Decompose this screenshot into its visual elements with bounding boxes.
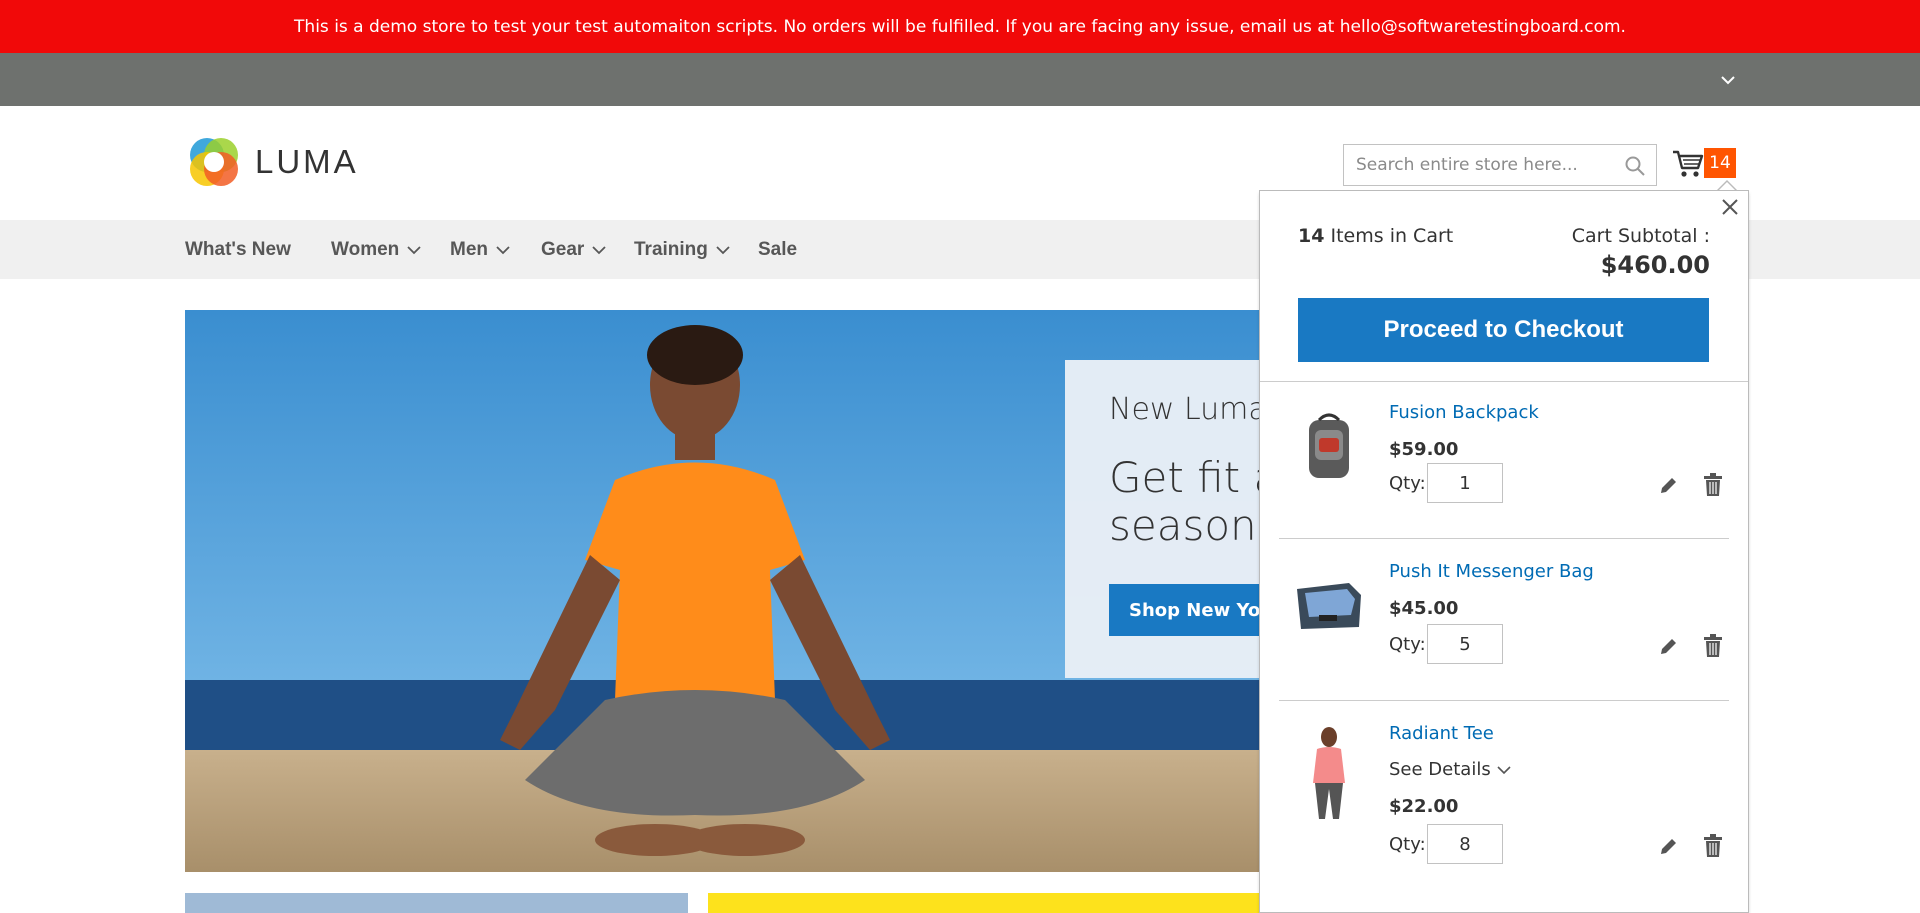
chevron-down-icon — [1497, 765, 1511, 774]
cart-icon[interactable] — [1671, 146, 1705, 180]
qty-input[interactable] — [1427, 824, 1503, 864]
product-price: $22.00 — [1389, 796, 1459, 817]
edit-icon[interactable] — [1657, 836, 1679, 858]
nav-item-label: Sale — [758, 238, 798, 260]
product-price: $59.00 — [1389, 439, 1459, 460]
nav-item-whats-new[interactable]: What's New — [185, 220, 291, 279]
product-thumbnail[interactable] — [1289, 723, 1369, 823]
qty-label: Qty: — [1389, 834, 1426, 855]
luma-logo-icon — [190, 138, 238, 186]
demo-notice-text: This is a demo store to test your test a… — [294, 16, 1626, 37]
minicart-item: Radiant Tee See Details $22.00 Qty: — [1279, 701, 1729, 912]
nav-item-men[interactable]: Men — [450, 220, 510, 279]
product-name-link[interactable]: Push It Messenger Bag — [1389, 561, 1594, 582]
product-thumbnail[interactable] — [1289, 567, 1369, 647]
edit-icon[interactable] — [1657, 475, 1679, 497]
search-input[interactable] — [1344, 145, 1604, 185]
edit-icon[interactable] — [1657, 636, 1679, 658]
promo-block-left[interactable] — [185, 893, 688, 913]
see-details-label: See Details — [1389, 759, 1491, 780]
cart-subtotal-value: $460.00 — [1600, 251, 1710, 279]
nav-item-gear[interactable]: Gear — [541, 220, 606, 279]
qty-label: Qty: — [1389, 634, 1426, 655]
chevron-down-icon — [592, 245, 606, 254]
minicart-item-count: 14 Items in Cart — [1298, 225, 1453, 247]
trash-icon[interactable] — [1703, 834, 1723, 858]
promo-block-right[interactable] — [708, 893, 1268, 913]
minicart-count-number: 14 — [1298, 225, 1325, 247]
trash-icon[interactable] — [1703, 634, 1723, 658]
nav-item-label: Training — [634, 238, 708, 260]
product-price: $45.00 — [1389, 598, 1459, 619]
trash-icon[interactable] — [1703, 473, 1723, 497]
proceed-to-checkout-button[interactable]: Proceed to Checkout — [1298, 298, 1709, 362]
qty-label: Qty: — [1389, 473, 1426, 494]
nav-item-training[interactable]: Training — [634, 220, 730, 279]
store-logo[interactable]: LUMA — [185, 133, 359, 191]
minicart-item: Fusion Backpack $59.00 Qty: — [1279, 382, 1729, 539]
chevron-down-icon — [407, 245, 421, 254]
nav-item-sale[interactable]: Sale — [758, 220, 797, 279]
close-icon[interactable] — [1718, 195, 1742, 219]
minicart-count-suffix: Items in Cart — [1330, 225, 1454, 247]
search-icon[interactable] — [1624, 155, 1646, 177]
see-details-toggle[interactable]: See Details — [1389, 759, 1511, 780]
qty-input[interactable] — [1427, 463, 1503, 503]
demo-notice-bar: This is a demo store to test your test a… — [0, 0, 1920, 53]
nav-item-label: Women — [331, 238, 400, 260]
product-name-link[interactable]: Fusion Backpack — [1389, 402, 1539, 423]
cart-subtotal-label: Cart Subtotal : — [1571, 225, 1710, 247]
cart-count-badge[interactable]: 14 — [1704, 148, 1736, 178]
chevron-down-icon[interactable] — [1718, 70, 1738, 90]
product-name-link[interactable]: Radiant Tee — [1389, 723, 1494, 744]
product-thumbnail[interactable] — [1289, 408, 1369, 488]
search-box — [1343, 144, 1657, 186]
chevron-down-icon — [496, 245, 510, 254]
nav-item-label: Men — [450, 238, 488, 260]
header-panel — [0, 53, 1920, 106]
nav-item-label: What's New — [185, 238, 291, 260]
minicart-dropdown: 14 Items in Cart Cart Subtotal : $460.00… — [1259, 190, 1749, 913]
minicart-item: Push It Messenger Bag $45.00 Qty: — [1279, 539, 1729, 701]
qty-input[interactable] — [1427, 624, 1503, 664]
nav-item-label: Gear — [541, 238, 585, 260]
chevron-down-icon — [716, 245, 730, 254]
nav-item-women[interactable]: Women — [331, 220, 421, 279]
logo-wordmark: LUMA — [255, 143, 359, 180]
